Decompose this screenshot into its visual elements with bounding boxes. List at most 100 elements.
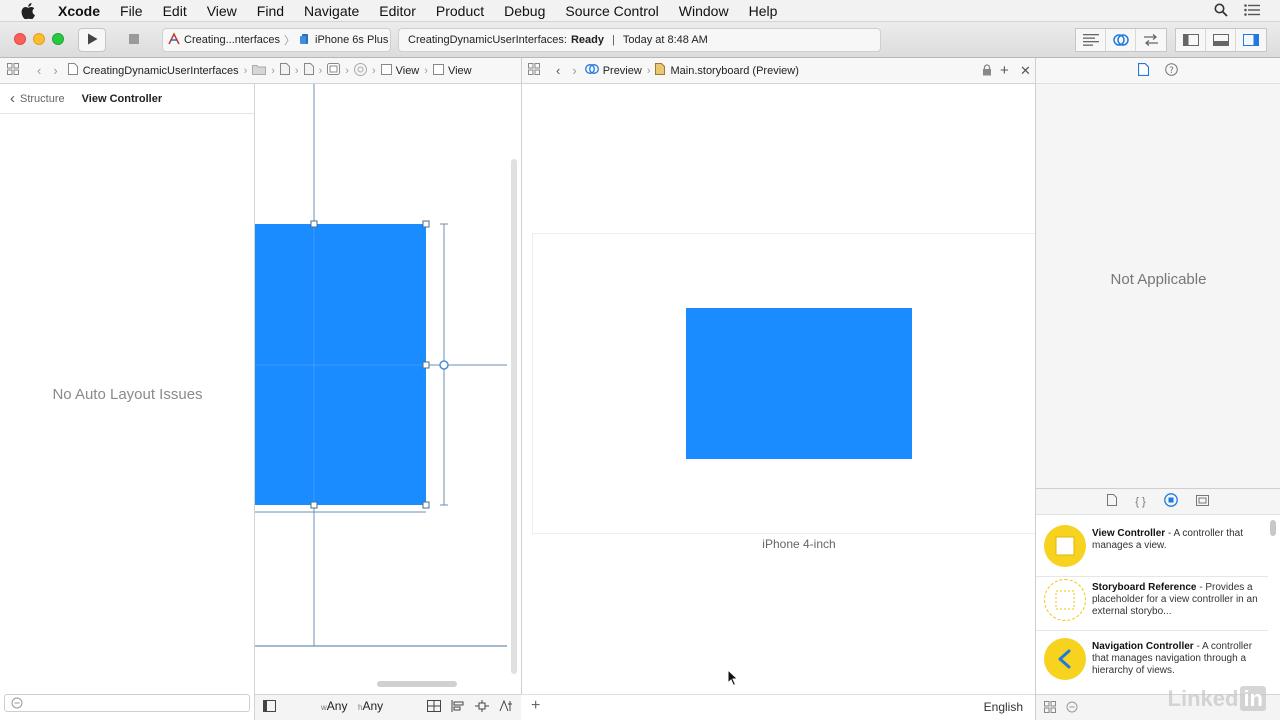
resize-handle[interactable] — [310, 501, 318, 509]
related-items-grid-icon[interactable] — [0, 63, 25, 78]
right-jump-bar: ‹ › Preview › Main.storyboard (Preview) … — [521, 58, 1035, 84]
menu-app-name[interactable]: Xcode — [48, 3, 110, 19]
stop-button[interactable] — [120, 28, 148, 52]
apple-icon[interactable] — [20, 2, 36, 19]
vertical-scrollbar[interactable] — [511, 159, 517, 674]
resize-handle[interactable] — [422, 220, 430, 228]
svg-text:?: ? — [1169, 66, 1174, 76]
library-scrollbar[interactable] — [1270, 520, 1276, 536]
pin-icon[interactable] — [475, 700, 489, 715]
close-window-button[interactable] — [14, 33, 26, 45]
file-template-library-icon[interactable] — [1107, 494, 1118, 509]
scene-icon[interactable] — [327, 63, 341, 78]
structure-back-button[interactable]: ‹ Structure — [10, 90, 65, 107]
debug-panel-icon[interactable] — [1206, 29, 1236, 51]
menu-debug[interactable]: Debug — [494, 3, 555, 19]
media-library-icon[interactable] — [1195, 494, 1209, 509]
panels-segmented — [1175, 28, 1267, 52]
language-selector[interactable]: English — [984, 700, 1023, 714]
back-chevron-icon[interactable]: ‹ — [25, 63, 47, 78]
library-item-navigation-controller[interactable]: Navigation Controller - A controller tha… — [1036, 633, 1268, 690]
resize-handle[interactable] — [310, 220, 318, 228]
menu-source-control[interactable]: Source Control — [555, 3, 668, 19]
breadcrumb-view-2[interactable]: View — [448, 65, 472, 77]
quick-help-icon[interactable]: ? — [1165, 62, 1178, 79]
resize-handle[interactable] — [422, 361, 430, 369]
no-issues-message: No Auto Layout Issues — [52, 386, 203, 403]
breadcrumb-chevron-icon: › — [243, 64, 248, 77]
view-controller-icon[interactable] — [353, 62, 367, 79]
spotlight-search-icon[interactable] — [1214, 3, 1228, 20]
size-class-h-value: Any — [362, 699, 384, 713]
canvas-drawing — [255, 84, 517, 687]
menu-file[interactable]: File — [110, 3, 153, 19]
back-chevron-icon[interactable]: ‹ — [546, 63, 566, 78]
forward-chevron-icon[interactable]: › — [47, 63, 63, 78]
scheme-selector[interactable]: Creating...nterfaces 〉 iPhone 6s Plus — [162, 28, 391, 52]
breadcrumb-view-1[interactable]: View — [396, 65, 420, 77]
object-library-icon[interactable] — [1163, 493, 1178, 510]
related-items-grid-icon[interactable] — [522, 63, 546, 78]
folder-icon[interactable] — [252, 64, 267, 78]
library-item-view-controller[interactable]: View Controller - A controller that mana… — [1036, 520, 1268, 577]
standard-editor-icon[interactable] — [1076, 29, 1106, 51]
file-inspector-icon[interactable] — [1137, 62, 1150, 79]
menu-product[interactable]: Product — [426, 3, 494, 19]
navigator-panel-icon[interactable] — [1176, 29, 1206, 51]
menu-help[interactable]: Help — [739, 3, 788, 19]
storyboard-file-icon[interactable] — [279, 63, 290, 78]
scheme-chevron-icon: 〉 — [284, 35, 295, 47]
add-device-icon[interactable]: + — [531, 697, 540, 715]
close-editor-icon[interactable]: ✕ — [1020, 63, 1031, 79]
document-outline-toggle-icon[interactable] — [263, 700, 276, 715]
zoom-window-button[interactable] — [52, 33, 64, 45]
add-editor-icon[interactable]: + — [1000, 62, 1009, 79]
menu-edit[interactable]: Edit — [153, 3, 197, 19]
size-class-width[interactable]: wAny — [321, 699, 347, 713]
resolve-issues-icon[interactable] — [499, 699, 513, 715]
storyboard-reference-library-icon — [1044, 579, 1086, 621]
storyboard-file-icon[interactable] — [303, 63, 314, 78]
selected-view[interactable] — [255, 224, 426, 505]
breadcrumb-preview[interactable]: Preview — [603, 65, 642, 77]
back-chevron-icon: ‹ — [10, 90, 15, 107]
library-item-storyboard-reference[interactable]: Storyboard Reference - Provides a placeh… — [1036, 574, 1268, 631]
resize-handle[interactable] — [422, 501, 430, 509]
code-snippet-library-icon[interactable]: { } — [1135, 496, 1145, 508]
notification-center-icon[interactable] — [1244, 3, 1260, 19]
version-editor-icon[interactable] — [1136, 29, 1166, 51]
issues-panel: ‹ Structure View Controller No Auto Layo… — [0, 84, 255, 720]
issues-filter-field[interactable] — [4, 694, 250, 712]
library-filter-icon[interactable] — [1066, 701, 1078, 716]
menu-window[interactable]: Window — [669, 3, 739, 19]
inspector-empty-message: Not Applicable — [1110, 271, 1207, 288]
minimize-window-button[interactable] — [33, 33, 45, 45]
storyboard-canvas[interactable] — [255, 84, 521, 694]
breadcrumb-file[interactable]: Main.storyboard (Preview) — [670, 65, 798, 77]
run-button[interactable] — [78, 28, 106, 52]
size-class-height[interactable]: hAny — [358, 699, 383, 713]
menu-navigate[interactable]: Navigate — [294, 3, 369, 19]
object-library: { } View Controller - A controller that … — [1035, 488, 1280, 720]
device-label[interactable]: iPhone 4-inch — [522, 537, 1076, 551]
library-grid-view-icon[interactable] — [1044, 701, 1056, 716]
horizontal-scrollbar[interactable] — [377, 681, 457, 687]
stack-icon[interactable] — [427, 700, 441, 715]
scheme-target-label: Creating...nterfaces — [184, 34, 280, 46]
menu-view[interactable]: View — [197, 3, 247, 19]
project-file-icon — [67, 63, 78, 78]
constraint-handle[interactable] — [439, 360, 449, 370]
menu-editor[interactable]: Editor — [369, 3, 426, 19]
assistant-preview-panel: iPhone 4-inch — [521, 84, 1036, 694]
lock-icon[interactable] — [982, 64, 992, 79]
assistant-editor-icon[interactable] — [1106, 29, 1136, 51]
view-icon — [432, 63, 444, 78]
forward-chevron-icon[interactable]: › — [566, 63, 582, 78]
breadcrumb-project[interactable]: CreatingDynamicUserInterfaces — [83, 65, 239, 77]
utilities-panel-icon[interactable] — [1236, 29, 1266, 51]
breadcrumb-chevron-icon: › — [271, 64, 275, 77]
menu-find[interactable]: Find — [247, 3, 294, 19]
align-icon[interactable] — [451, 700, 465, 715]
xcode-app-icon — [167, 31, 181, 49]
library-item-name: View Controller — [1092, 528, 1166, 539]
